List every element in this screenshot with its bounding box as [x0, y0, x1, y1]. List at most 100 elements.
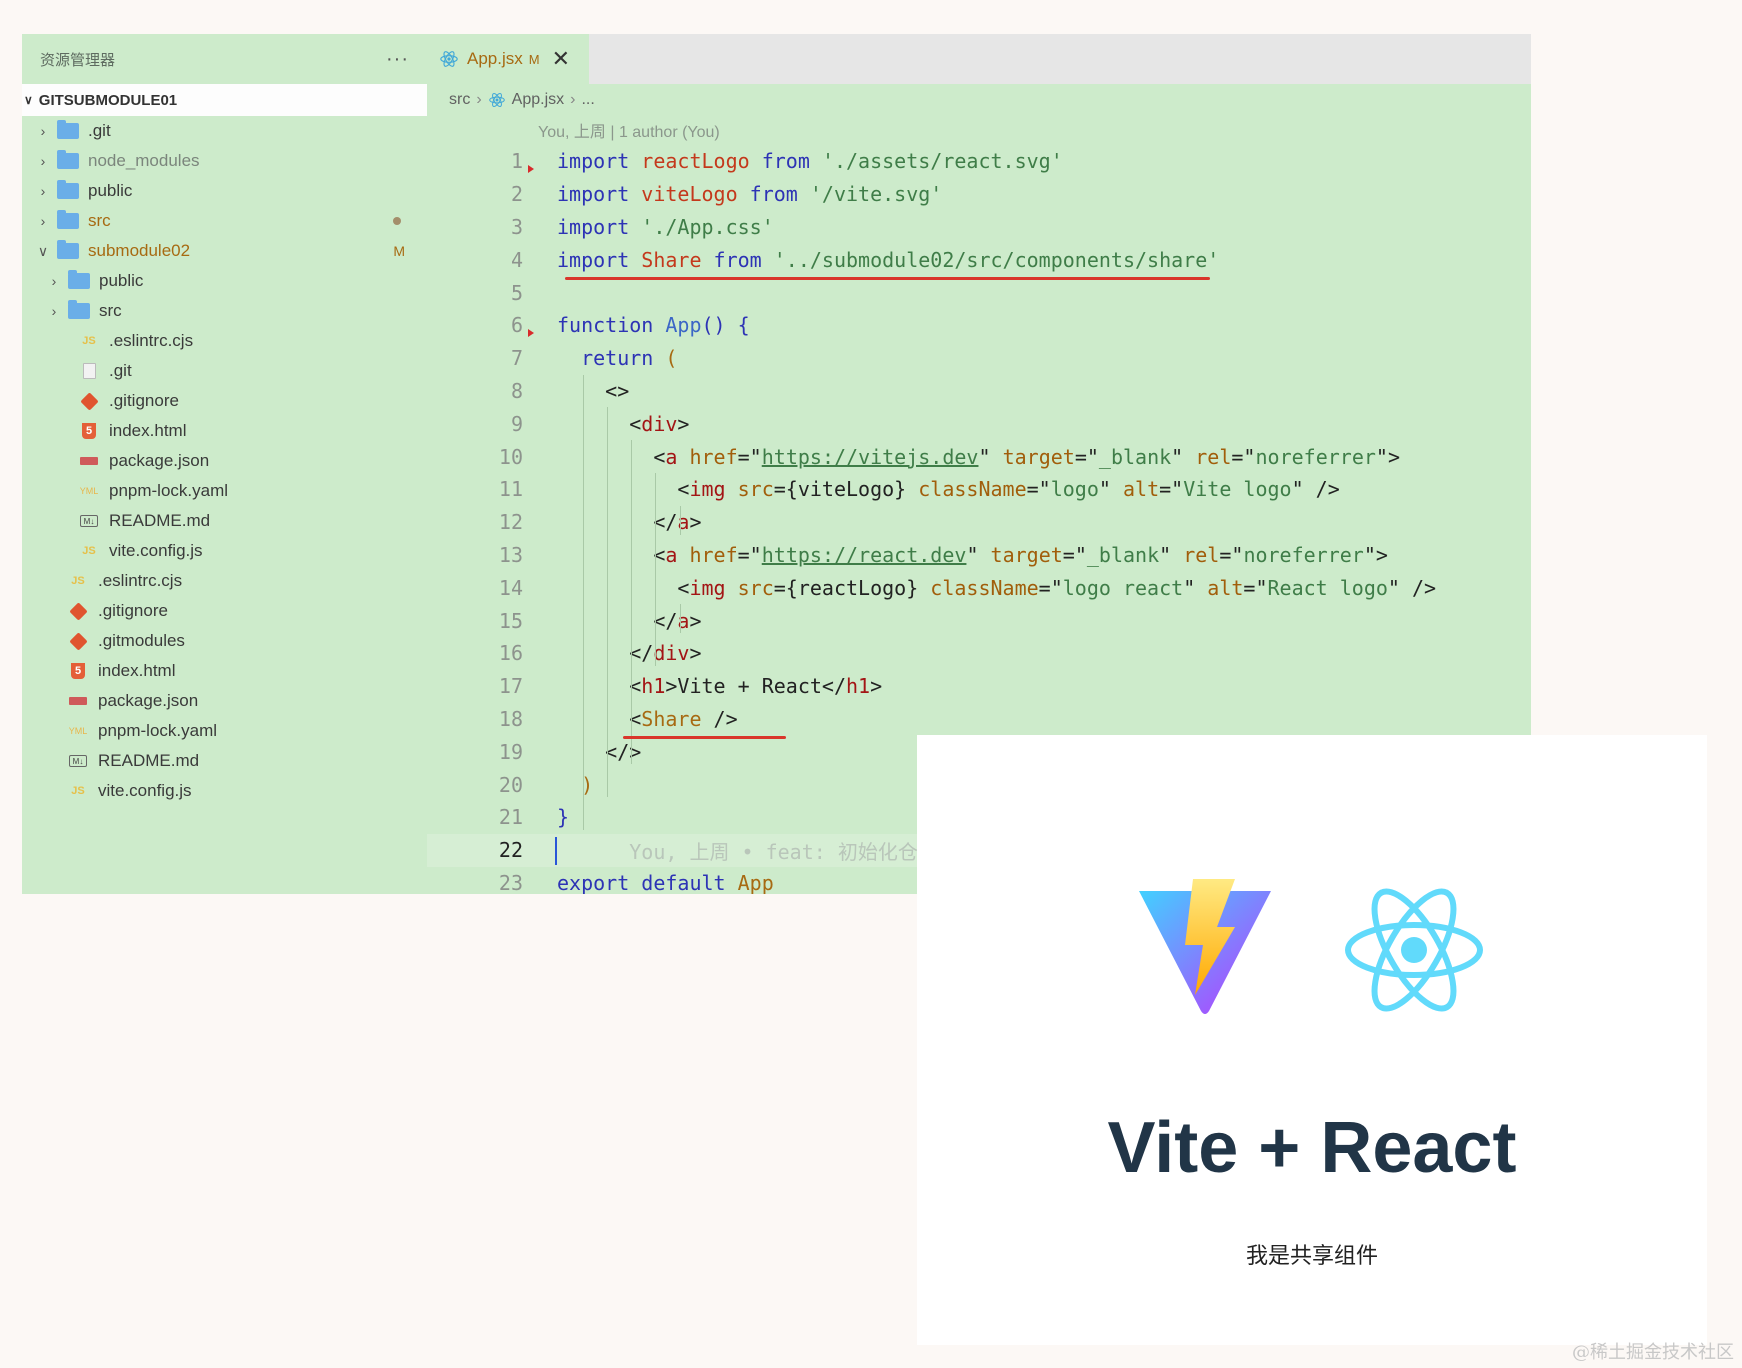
code-text: <img src={reactLogo} className="logo rea…: [557, 576, 1436, 600]
code-token: " />: [1387, 575, 1437, 600]
code-token: </>: [557, 739, 642, 764]
code-line[interactable]: 13 <a href="https://react.dev" target="_…: [427, 539, 1531, 572]
code-token: src: [737, 575, 774, 600]
code-line[interactable]: 3 import './App.css': [427, 211, 1531, 244]
code-text: }: [557, 805, 569, 829]
breadcrumb-more[interactable]: ...: [581, 91, 594, 109]
tree-item[interactable]: JS vite.config.js: [22, 776, 427, 806]
tree-item-label: public: [99, 271, 144, 290]
tree-item[interactable]: package.json: [22, 686, 427, 716]
logo-row: [917, 875, 1707, 1025]
tree-item[interactable]: .gitignore: [22, 386, 427, 416]
tree-item-label: node_modules: [88, 151, 200, 170]
tree-item[interactable]: › public: [22, 176, 427, 206]
tree-item-label: index.html: [98, 661, 176, 680]
code-line[interactable]: 17 <h1>Vite + React</h1>: [427, 670, 1531, 703]
code-line[interactable]: 15 </a>: [427, 604, 1531, 637]
line-number: 1: [510, 149, 523, 174]
tree-item[interactable]: 5 index.html: [22, 416, 427, 446]
code-line[interactable]: 2 import viteLogo from '/vite.svg': [427, 178, 1531, 211]
code-token: =": [737, 542, 762, 567]
line-number: 7: [510, 346, 523, 371]
tree-item[interactable]: M↓ README.md: [22, 746, 427, 776]
breadcrumb-folder[interactable]: src: [449, 91, 470, 109]
code-token: =": [1159, 477, 1184, 502]
line-number: 19: [498, 739, 523, 764]
git-file-icon: [66, 631, 90, 651]
tree-item[interactable]: › public: [22, 266, 427, 296]
tree-item-label: .eslintrc.cjs: [109, 331, 194, 350]
folder-icon: [67, 300, 91, 320]
project-root[interactable]: ∨ GITSUBMODULE01: [22, 84, 427, 116]
code-line[interactable]: 8 <>: [427, 375, 1531, 408]
code-token: alt: [1122, 477, 1160, 502]
breadcrumb-file[interactable]: App.jsx: [512, 91, 564, 109]
code-line[interactable]: 11 <img src={viteLogo} className="logo" …: [427, 473, 1531, 506]
code-token: div: [653, 641, 690, 666]
tree-item[interactable]: › src: [22, 296, 427, 326]
chevron-right-icon: ›: [570, 91, 576, 108]
tree-item[interactable]: YML pnpm-lock.yaml: [22, 716, 427, 746]
browser-preview: Vite + React 我是共享组件: [917, 735, 1707, 1345]
code-token: <: [557, 477, 690, 502]
react-logo-icon[interactable]: [1339, 875, 1489, 1025]
code-line[interactable]: 7 return (: [427, 342, 1531, 375]
tab-app-jsx[interactable]: App.jsx M ✕: [427, 34, 589, 84]
tree-item[interactable]: JS .eslintrc.cjs: [22, 566, 427, 596]
js-file-icon: JS: [71, 575, 85, 587]
codelens-blame[interactable]: You, 上周 | 1 author (You): [538, 118, 720, 142]
more-actions-icon[interactable]: ···: [386, 48, 409, 71]
code-line[interactable]: 16 </div>: [427, 637, 1531, 670]
code-token: import: [557, 214, 642, 239]
tree-item[interactable]: ∨ submodule02 M: [22, 236, 427, 266]
code-line[interactable]: 10 <a href="https://vitejs.dev" target="…: [427, 440, 1531, 473]
code-token: '/vite.svg': [809, 182, 943, 207]
tree-item[interactable]: .gitmodules: [22, 626, 427, 656]
code-token: className: [918, 477, 1027, 502]
code-token: </: [557, 641, 654, 666]
code-token: You, 上周 • feat: 初始化仓: [557, 839, 918, 864]
breakpoint-arrow-icon[interactable]: [528, 165, 534, 173]
code-token: ): [557, 772, 594, 797]
breakpoint-arrow-icon[interactable]: [528, 328, 534, 337]
tree-item[interactable]: 5 index.html: [22, 656, 427, 686]
code-token: </: [557, 510, 678, 535]
git-file-icon: [77, 391, 101, 411]
code-text: <img src={viteLogo} className="logo" alt…: [557, 477, 1339, 502]
tree-item[interactable]: .git: [22, 356, 427, 386]
code-line[interactable]: 1 import reactLogo from './assets/react.s…: [427, 145, 1531, 178]
tree-item[interactable]: package.json: [22, 446, 427, 476]
code-token: ={viteLogo}: [773, 477, 919, 502]
code-token: https://vitejs.dev: [761, 444, 979, 469]
chevron-right-icon: ›: [51, 303, 57, 319]
code-token: >: [689, 510, 702, 535]
tree-item[interactable]: › .git: [22, 116, 427, 146]
share-component-text: 我是共享组件: [1245, 1243, 1378, 1268]
tree-item[interactable]: M↓ README.md: [22, 506, 427, 536]
code-line[interactable]: 18 <Share />: [427, 703, 1531, 736]
code-line[interactable]: 14 <img src={reactLogo} className="logo …: [427, 571, 1531, 604]
vite-logo-icon[interactable]: [1135, 875, 1275, 1015]
tree-item-label: pnpm-lock.yaml: [109, 481, 229, 500]
tree-item[interactable]: › src: [22, 206, 427, 236]
code-token: return: [557, 346, 666, 371]
code-token: target: [990, 542, 1063, 567]
folder-icon: [56, 210, 80, 230]
modified-badge: M: [393, 243, 405, 259]
close-icon[interactable]: ✕: [552, 46, 570, 72]
tree-item[interactable]: .gitignore: [22, 596, 427, 626]
tree-item[interactable]: JS vite.config.js: [22, 536, 427, 566]
code-line[interactable]: 4 import Share from '../submodule02/src/c…: [427, 243, 1531, 276]
code-line[interactable]: 5: [427, 276, 1531, 309]
code-line[interactable]: 6 function App() {: [427, 309, 1531, 342]
tree-item[interactable]: JS .eslintrc.cjs: [22, 326, 427, 356]
package-file-icon: [66, 692, 90, 710]
code-token: =": [1038, 575, 1063, 600]
tree-item[interactable]: › node_modules: [22, 146, 427, 176]
code-line[interactable]: 9 <div>: [427, 407, 1531, 440]
tree-item[interactable]: YML pnpm-lock.yaml: [22, 476, 427, 506]
code-token: =": [1243, 575, 1268, 600]
code-line[interactable]: 12 </a>: [427, 506, 1531, 539]
tree-item-label: index.html: [109, 421, 187, 440]
code-token: href: [689, 542, 738, 567]
